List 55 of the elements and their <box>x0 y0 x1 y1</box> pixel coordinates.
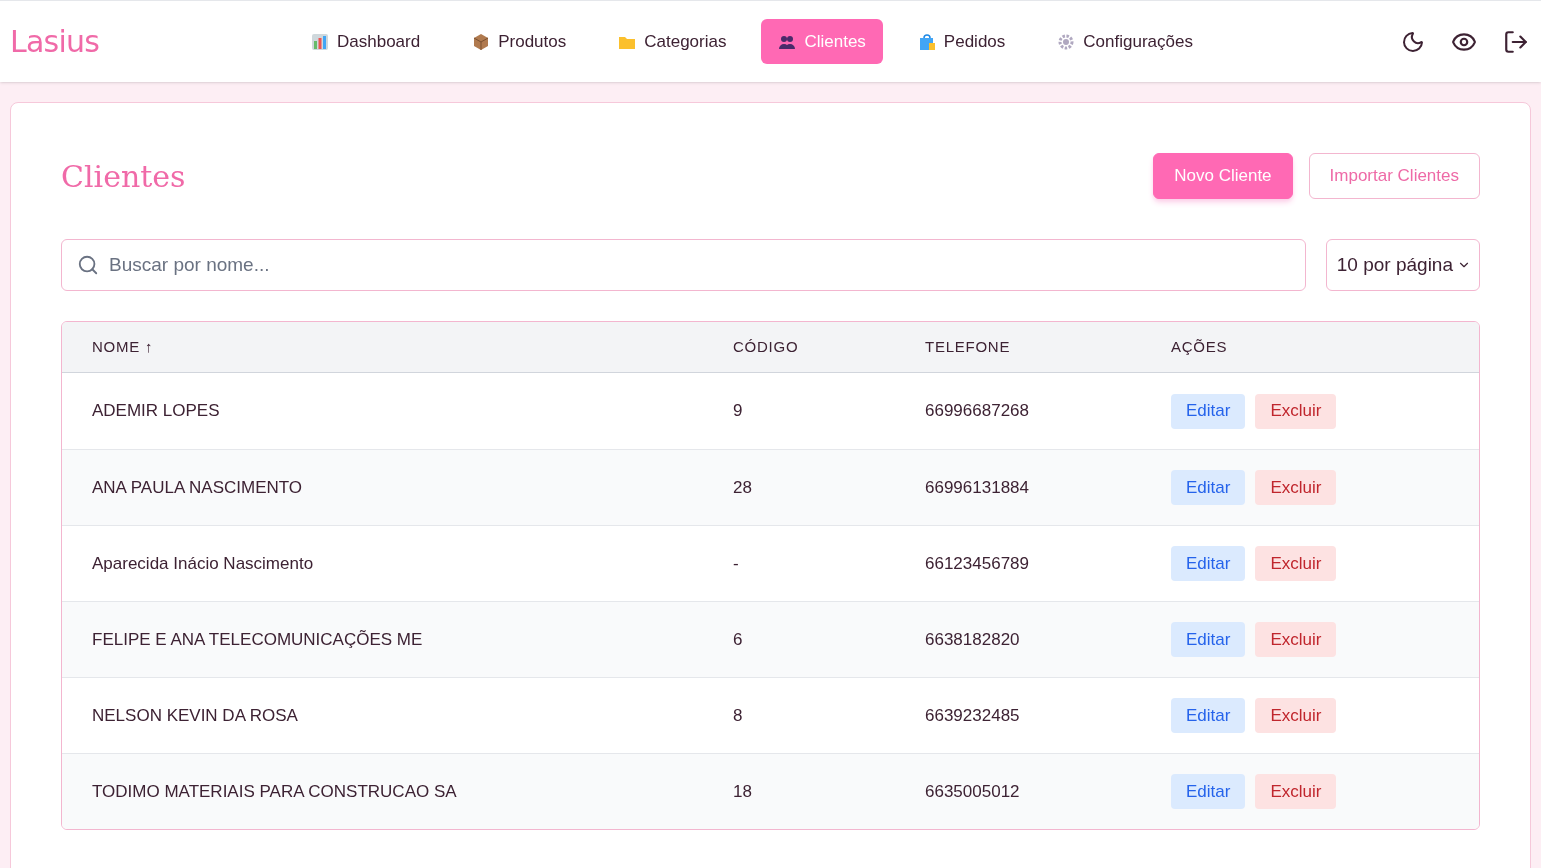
delete-button[interactable]: Excluir <box>1255 546 1337 581</box>
action-button[interactable]: Importar Clientes <box>1308 153 1480 199</box>
delete-button[interactable]: Excluir <box>1255 774 1337 809</box>
delete-button[interactable]: Excluir <box>1255 470 1337 505</box>
table-cell-text: 6 <box>733 628 744 651</box>
table-cell-text: ADEMIR LOPES <box>92 400 221 423</box>
table-cell-text: 8 <box>733 704 744 727</box>
edit-button[interactable]: Editar <box>1171 393 1246 429</box>
table-cell-text: 28 <box>733 476 753 499</box>
nav-tab[interactable]: Produtos <box>455 19 584 64</box>
table-cell-text: FELIPE E ANA TELECOMUNICAÇÕES ME <box>92 628 424 651</box>
table-cell-text: Aparecida Inácio Nascimento <box>92 552 315 575</box>
edit-button[interactable]: Editar <box>1171 698 1246 733</box>
edit-button[interactable]: Editar <box>1171 774 1246 809</box>
page-title: Clientes <box>61 157 186 196</box>
delete-button[interactable]: Excluir <box>1255 698 1337 733</box>
nav-tab[interactable]: Clientes <box>761 19 883 64</box>
table-cell-text: 66123456789 <box>925 552 1030 575</box>
column-header: TELEFONE <box>925 336 1012 357</box>
shopping-bag-icon <box>917 32 936 51</box>
table-cell-text: 6639232485 <box>925 704 1021 727</box>
table-cell-text: NELSON KEVIN DA ROSA <box>92 704 299 727</box>
edit-button[interactable]: Editar <box>1171 622 1246 657</box>
column-header: CÓDIGO <box>733 336 800 357</box>
column-header[interactable]: NOME ↑ <box>92 335 733 359</box>
search-field[interactable]: Buscar por nome... <box>109 250 1290 280</box>
nav-tab[interactable]: Configurações <box>1040 19 1210 64</box>
table-cell-text: ANA PAULA NASCIMENTO <box>92 476 304 499</box>
action-button[interactable]: Novo Cliente <box>1153 153 1293 199</box>
delete-button[interactable]: Excluir <box>1255 622 1337 657</box>
search-box[interactable]: Buscar por nome... <box>61 239 1306 291</box>
gear-icon <box>1057 32 1076 51</box>
table-cell-text: 18 <box>733 780 753 803</box>
table-cell-text: 6635005012 <box>925 780 1021 803</box>
dark-mode-icon[interactable] <box>1401 29 1425 54</box>
table-cell-text: - <box>733 552 740 575</box>
nav-tab[interactable]: Categorias <box>601 19 744 64</box>
edit-button[interactable]: Editar <box>1171 470 1246 505</box>
table-cell-text: 9 <box>733 400 744 423</box>
users-icon <box>778 33 797 50</box>
nav-tab[interactable]: Dashboard <box>294 19 438 64</box>
logo[interactable]: Lasius <box>10 19 100 64</box>
page-size-select[interactable]: 10 por página <box>1325 239 1480 291</box>
delete-button[interactable]: Excluir <box>1255 393 1337 429</box>
edit-button[interactable]: Editar <box>1171 546 1246 581</box>
logout-icon[interactable] <box>1503 28 1529 55</box>
column-header: AÇÕES <box>1171 336 1229 357</box>
search-icon <box>77 254 99 276</box>
table-cell-text: 66996687268 <box>925 400 1030 423</box>
table-cell-text: 66996131884 <box>925 476 1030 499</box>
bar-chart-icon <box>311 32 329 51</box>
table-cell-text: TODIMO MATERIAIS PARA CONSTRUCAO SA <box>92 780 458 803</box>
table-cell-text: 6638182820 <box>925 628 1021 651</box>
box-icon <box>472 32 491 51</box>
nav-tab[interactable]: Pedidos <box>900 19 1023 64</box>
